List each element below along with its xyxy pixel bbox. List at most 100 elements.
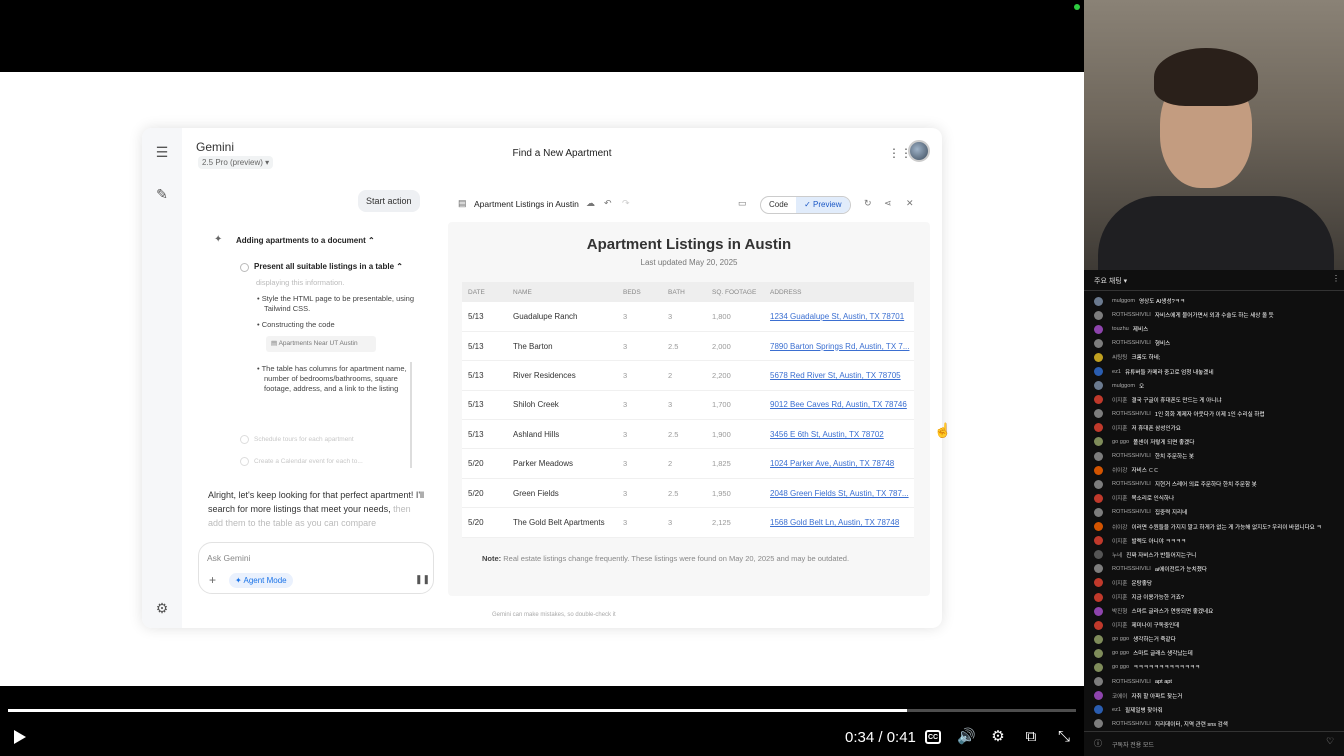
play-icon[interactable] — [10, 728, 28, 746]
chat-author[interactable]: mulggom — [1112, 298, 1135, 304]
start-action-chip[interactable]: Start action — [358, 190, 420, 212]
chat-avatar[interactable] — [1094, 662, 1103, 672]
progress-bar[interactable] — [8, 709, 1076, 712]
chat-avatar[interactable] — [1094, 381, 1103, 391]
chat-author[interactable]: 박진형 — [1112, 607, 1127, 615]
chat-avatar[interactable] — [1094, 719, 1103, 729]
chat-avatar[interactable] — [1094, 437, 1103, 447]
steps-scrollbar[interactable] — [410, 362, 412, 468]
exit-fullscreen-icon[interactable]: ⤡ — [1055, 728, 1073, 746]
chat-author[interactable]: 이지훈 — [1112, 424, 1127, 432]
chat-avatar[interactable] — [1094, 550, 1103, 560]
chat-author[interactable]: ROTHSSHIVILI — [1112, 453, 1151, 459]
chat-author[interactable]: ROTHSSHIVILI — [1112, 411, 1151, 417]
subtask-title[interactable]: Present all suitable listings in a table… — [254, 262, 403, 271]
settings-gear-icon[interactable]: ⚙ — [989, 728, 1007, 746]
prompt-input[interactable]: Ask Gemini — [207, 553, 250, 563]
captions-icon[interactable]: CC — [925, 730, 941, 744]
agent-mode-chip[interactable]: ✦ Agent Mode — [229, 573, 293, 588]
chat-avatar[interactable] — [1094, 395, 1103, 405]
miniplayer-icon[interactable]: ⧉ — [1022, 728, 1040, 746]
chat-author[interactable]: 이지훈 — [1112, 396, 1127, 404]
chat-avatar[interactable] — [1094, 507, 1103, 517]
chat-author[interactable]: 이지훈 — [1112, 579, 1127, 587]
chat-author[interactable]: 이지훈 — [1112, 494, 1127, 502]
volume-icon[interactable]: 🔊 — [957, 728, 976, 746]
chat-avatar[interactable] — [1094, 367, 1103, 377]
chat-avatar[interactable] — [1094, 451, 1103, 461]
chat-author[interactable]: ez1 — [1112, 369, 1121, 375]
chat-mode-dropdown[interactable]: 주요 채팅 ▾ — [1094, 276, 1127, 286]
chat-author[interactable]: ROTHSSHIVILI — [1112, 312, 1151, 318]
chat-avatar[interactable] — [1094, 620, 1103, 630]
chat-avatar[interactable] — [1094, 691, 1103, 701]
address-link[interactable]: 1234 Guadalupe St, Austin, TX 78701 — [764, 302, 914, 332]
chat-messages[interactable]: mulggom 영상도 AI생성?ㅋㅋ ROTHSSHIVILI 자비스에게 물어가면… — [1094, 294, 1344, 731]
chat-avatar[interactable] — [1094, 409, 1103, 419]
chat-author[interactable]: ROTHSSHIVILI — [1112, 481, 1151, 487]
chat-avatar[interactable] — [1094, 493, 1103, 503]
chat-avatar[interactable] — [1094, 536, 1103, 546]
chat-author[interactable]: go ggo — [1112, 650, 1129, 656]
chat-avatar[interactable] — [1094, 465, 1103, 475]
chat-avatar[interactable] — [1094, 705, 1103, 715]
chat-author[interactable]: mulggom — [1112, 383, 1135, 389]
chat-avatar[interactable] — [1094, 578, 1103, 588]
chat-avatar[interactable] — [1094, 606, 1103, 616]
new-chat-icon[interactable]: ✎ — [154, 186, 170, 202]
chat-author[interactable]: ROTHSSHIVILI — [1112, 340, 1151, 346]
settings-icon[interactable]: ⚙ — [154, 600, 170, 616]
chat-author[interactable]: ROTHSSHIVILI — [1112, 721, 1151, 727]
video-player[interactable]: ☰ ✎ ⚙ Gemini 2.5 Pro (preview) ▾ Find a … — [0, 0, 1084, 756]
prompt-box[interactable]: Ask Gemini + ✦ Agent Mode ❚❚ — [198, 542, 434, 594]
chat-avatar[interactable] — [1094, 296, 1103, 306]
menu-icon[interactable]: ☰ — [154, 144, 170, 160]
chat-author[interactable]: 쉬이강 — [1112, 523, 1127, 531]
preview-tab[interactable]: ✓ Preview — [796, 197, 850, 213]
chat-avatar[interactable] — [1094, 338, 1103, 348]
chat-author[interactable]: ROTHSSHIVILI — [1112, 509, 1151, 515]
layout-icon[interactable]: ▭ — [738, 198, 747, 209]
plus-icon[interactable]: + — [209, 573, 216, 587]
refresh-icon[interactable]: ↻ — [864, 198, 872, 209]
chat-avatar[interactable] — [1094, 634, 1103, 644]
chat-author[interactable]: touzhu — [1112, 326, 1129, 332]
address-link[interactable]: 2048 Green Fields St, Austin, TX 787... — [764, 478, 914, 509]
close-icon[interactable]: ✕ — [906, 198, 914, 209]
task-title[interactable]: Adding apartments to a document ⌃ — [236, 236, 375, 245]
chat-avatar[interactable] — [1094, 564, 1103, 574]
address-link[interactable]: 9012 Bee Caves Rd, Austin, TX 78746 — [764, 390, 914, 421]
chat-author[interactable]: 씨팅팅 — [1112, 353, 1127, 361]
chat-author[interactable]: go ggo — [1112, 439, 1129, 445]
address-link[interactable]: 1024 Parker Ave, Austin, TX 78748 — [764, 448, 914, 479]
chat-avatar[interactable] — [1094, 677, 1103, 687]
chat-avatar[interactable] — [1094, 479, 1103, 489]
chat-avatar[interactable] — [1094, 522, 1103, 532]
heart-icon[interactable]: ♡ — [1326, 736, 1334, 747]
cloud-icon[interactable]: ☁ — [586, 198, 595, 209]
chat-author[interactable]: ROTHSSHIVILI — [1112, 679, 1151, 685]
chat-author[interactable]: go ggo — [1112, 636, 1129, 642]
share-icon[interactable]: ⋖ — [884, 198, 892, 209]
chat-avatar[interactable] — [1094, 423, 1103, 433]
chat-avatar[interactable] — [1094, 352, 1103, 362]
chat-author[interactable]: ez1 — [1112, 707, 1121, 713]
address-link[interactable]: 7890 Barton Springs Rd, Austin, TX 7... — [764, 331, 914, 362]
info-icon[interactable]: ⓘ — [1094, 738, 1102, 749]
chat-author[interactable]: 코에이 — [1112, 692, 1127, 700]
chat-avatar[interactable] — [1094, 310, 1103, 320]
chat-author[interactable]: ROTHSSHIVILI — [1112, 566, 1151, 572]
model-selector[interactable]: 2.5 Pro (preview) ▾ — [198, 156, 274, 169]
address-link[interactable]: 3456 E 6th St, Austin, TX 78702 — [764, 419, 914, 450]
chat-author[interactable]: go ggo — [1112, 664, 1129, 670]
chat-avatar[interactable] — [1094, 648, 1103, 658]
more-icon[interactable]: ⋮ — [1332, 274, 1340, 283]
address-link[interactable]: 5678 Red River St, Austin, TX 78705 — [764, 360, 914, 391]
redo-icon[interactable]: ↷ — [622, 198, 630, 209]
pause-icon[interactable]: ❚❚ — [415, 574, 430, 585]
document-chip[interactable]: ▤ Apartments Near UT Austin — [266, 336, 376, 352]
chat-author[interactable]: 이지훈 — [1112, 537, 1127, 545]
undo-icon[interactable]: ↶ — [604, 198, 612, 209]
chat-avatar[interactable] — [1094, 324, 1103, 334]
avatar[interactable] — [908, 140, 930, 162]
